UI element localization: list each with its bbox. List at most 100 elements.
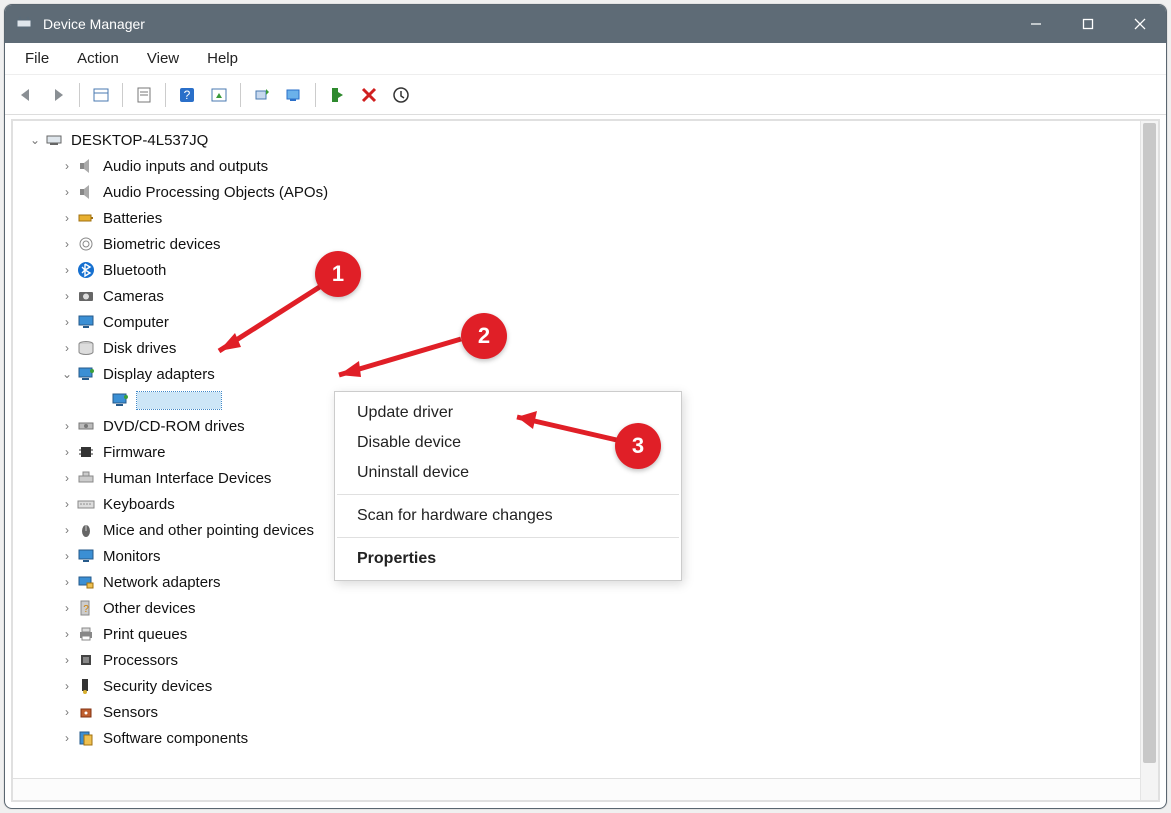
chevron-right-icon[interactable]: › [59,471,75,485]
toolbar-sep [165,83,166,107]
tree-device-label [137,392,221,409]
chevron-right-icon[interactable]: › [59,211,75,225]
chevron-right-icon[interactable]: › [59,237,75,251]
annotation-badge-1: 1 [315,251,361,297]
update-driver-tb-button[interactable] [279,80,309,110]
sensor-icon [75,702,97,722]
camera-icon [75,286,97,306]
tree-category[interactable]: ›Batteries [17,205,1158,231]
chevron-down-icon[interactable]: ⌄ [27,133,43,147]
ctx-scan-hardware[interactable]: Scan for hardware changes [335,501,681,531]
menu-help[interactable]: Help [195,46,250,71]
close-button[interactable] [1114,5,1166,43]
menu-view[interactable]: View [135,46,191,71]
unknown-device-icon: ? [75,598,97,618]
tree-root-label: DESKTOP-4L537JQ [71,132,208,149]
tree-category-label: Firmware [103,444,166,461]
chevron-right-icon[interactable]: › [59,445,75,459]
chevron-right-icon[interactable]: › [59,159,75,173]
battery-icon [75,208,97,228]
optical-drive-icon [75,416,97,436]
tree-category-label: Human Interface Devices [103,470,271,487]
annotation-badge-2: 2 [461,313,507,359]
chevron-right-icon[interactable]: › [59,419,75,433]
chevron-right-icon[interactable]: › [59,705,75,719]
tree-category-label: Keyboards [103,496,175,513]
back-button[interactable] [11,80,41,110]
chevron-right-icon[interactable]: › [59,679,75,693]
toolbar-sep [122,83,123,107]
annotation-arrow-2 [321,327,471,387]
action-button[interactable] [204,80,234,110]
scrollbar-thumb[interactable] [1143,123,1156,763]
tree-category-label: Monitors [103,548,161,565]
cpu-icon [75,650,97,670]
chevron-right-icon[interactable]: › [59,263,75,277]
scan-hardware-button[interactable] [247,80,277,110]
tree-category-label: Biometric devices [103,236,221,253]
disable-device-button[interactable] [354,80,384,110]
tree-category[interactable]: › Biometric devices [17,231,1158,257]
tree-category[interactable]: ›Computer [17,309,1158,335]
tree-category[interactable]: › Cameras [17,283,1158,309]
tree-category-label: Software components [103,730,248,747]
app-icon [15,15,33,33]
ctx-separator [337,494,679,495]
tree-root[interactable]: ⌄ DESKTOP-4L537JQ [17,127,1158,153]
chevron-right-icon[interactable]: › [59,497,75,511]
security-icon [75,676,97,696]
toolbar-sep [315,83,316,107]
fingerprint-icon [75,234,97,254]
chevron-down-icon[interactable]: ⌄ [59,367,75,381]
chevron-right-icon[interactable]: › [59,731,75,745]
menu-action[interactable]: Action [65,46,131,71]
chevron-right-icon[interactable]: › [59,653,75,667]
chevron-right-icon[interactable]: › [59,575,75,589]
chevron-right-icon[interactable]: › [59,549,75,563]
tree-category[interactable]: ›Sensors [17,699,1158,725]
keyboard-icon [75,494,97,514]
chevron-right-icon[interactable]: › [59,341,75,355]
tree-category[interactable]: ›Security devices [17,673,1158,699]
chevron-right-icon[interactable]: › [59,601,75,615]
menu-file[interactable]: File [13,46,61,71]
tree-category[interactable]: › Software components [17,725,1158,751]
vertical-scrollbar[interactable] [1140,121,1158,800]
show-hidden-button[interactable] [86,80,116,110]
tree-category-label: Audio Processing Objects (APOs) [103,184,328,201]
tree-category[interactable]: ›Audio inputs and outputs [17,153,1158,179]
annotation-arrow-3 [503,407,633,457]
bluetooth-icon [75,260,97,280]
maximize-button[interactable] [1062,5,1114,43]
chevron-right-icon[interactable]: › [59,627,75,641]
tree-category[interactable]: ›Bluetooth [17,257,1158,283]
ctx-separator [337,537,679,538]
tree-category[interactable]: ›Disk drives [17,335,1158,361]
monitor-icon [75,546,97,566]
tree-category[interactable]: ›Print queues [17,621,1158,647]
chevron-right-icon[interactable]: › [59,523,75,537]
tree-category[interactable]: › Audio Processing Objects (APOs) [17,179,1158,205]
tree-category[interactable]: ⌄Display adapters [17,361,1158,387]
tree-category[interactable]: ›?Other devices [17,595,1158,621]
minimize-button[interactable] [1010,5,1062,43]
tree-category[interactable]: ›Processors [17,647,1158,673]
forward-button[interactable] [43,80,73,110]
hid-icon [75,468,97,488]
status-bar [13,778,1140,800]
chevron-right-icon[interactable]: › [59,315,75,329]
display-adapter-icon [75,364,97,384]
toolbar-sep [79,83,80,107]
software-icon [75,728,97,748]
window-title: Device Manager [43,16,1010,32]
toolbar: ? [5,75,1166,115]
uninstall-device-button[interactable] [386,80,416,110]
chevron-right-icon[interactable]: › [59,185,75,199]
chevron-right-icon[interactable]: › [59,289,75,303]
help-button[interactable]: ? [172,80,202,110]
ctx-properties[interactable]: Properties [335,544,681,574]
properties-button[interactable] [129,80,159,110]
tree-category-label: Cameras [103,288,164,305]
enable-device-button[interactable] [322,80,352,110]
content-area: ⌄ DESKTOP-4L537JQ ›Audio inputs and outp… [11,119,1160,802]
